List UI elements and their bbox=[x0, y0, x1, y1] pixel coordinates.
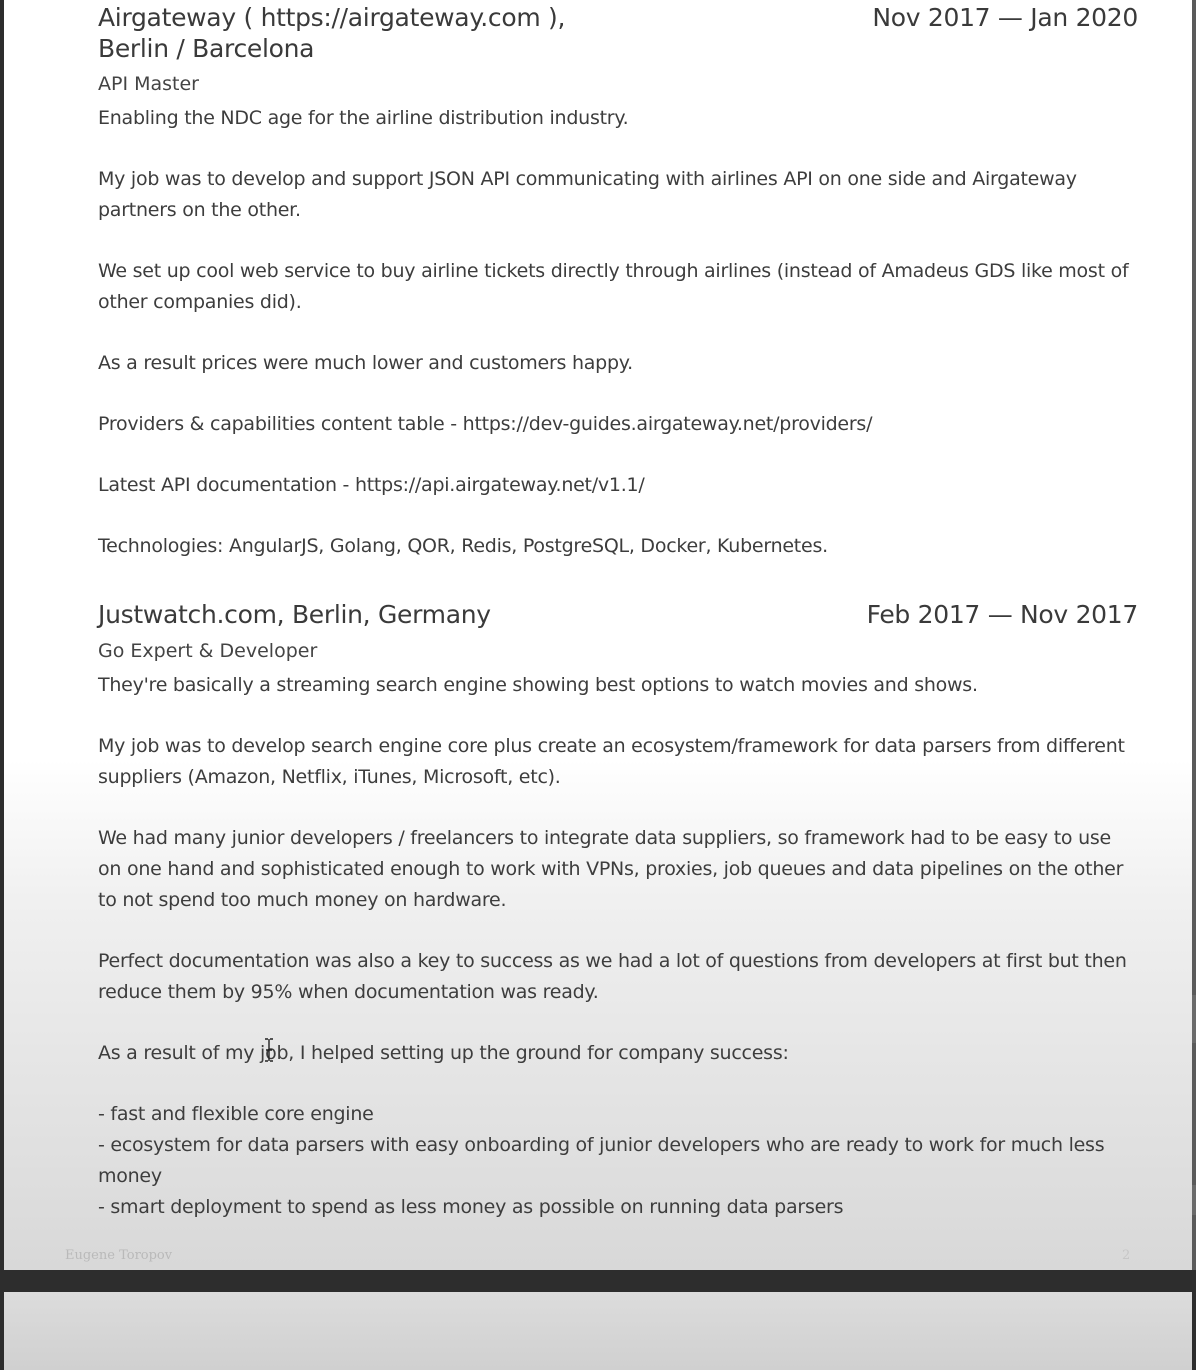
footer-author: Eugene Toropov bbox=[65, 1248, 173, 1263]
providers-link-paragraph[interactable]: Providers & capabilities content table -… bbox=[98, 409, 1138, 440]
resume-page: Airgateway ( https://airgateway.com ), B… bbox=[4, 0, 1192, 1270]
job-paragraph: As a result of my job, I helped setting … bbox=[98, 1042, 789, 1064]
bullet-item: - smart deployment to spend as less mone… bbox=[98, 1196, 844, 1218]
job-paragraph: Enabling the NDC age for the airline dis… bbox=[98, 107, 629, 129]
company-name: Justwatch.com, Berlin, Germany bbox=[98, 600, 491, 629]
job-role: API Master bbox=[98, 73, 199, 95]
job-entry-justwatch: Justwatch.com, Berlin, Germany Feb 2017 … bbox=[98, 599, 1138, 1223]
job-dates: Nov 2017 — Jan 2020 bbox=[872, 3, 1138, 32]
bullet-item: - ecosystem for data parsers with easy o… bbox=[98, 1134, 1105, 1187]
footer-page-number: 2 bbox=[1122, 1248, 1131, 1263]
job-header: Airgateway ( https://airgateway.com ), B… bbox=[98, 2, 1138, 64]
job-paragraph: My job was to develop search engine core… bbox=[98, 735, 1125, 788]
company-name-line2: Berlin / Barcelona bbox=[98, 34, 315, 63]
technologies-paragraph: Technologies: AngularJS, Golang, QOR, Re… bbox=[98, 535, 828, 557]
job-paragraph: Perfect documentation was also a key to … bbox=[98, 950, 1127, 1003]
document-viewer: Airgateway ( https://airgateway.com ), B… bbox=[0, 0, 1196, 1370]
job-role: Go Expert & Developer bbox=[98, 640, 318, 662]
page-edge bbox=[1192, 0, 1196, 1270]
api-docs-link-paragraph[interactable]: Latest API documentation - https://api.a… bbox=[98, 470, 1138, 501]
job-paragraph: As a result prices were much lower and c… bbox=[98, 352, 633, 374]
text-cursor-icon bbox=[265, 1038, 273, 1062]
company-name: Airgateway ( https://airgateway.com ), B… bbox=[98, 2, 738, 64]
job-paragraph: We had many junior developers / freelanc… bbox=[98, 827, 1124, 911]
scrollbar-segment[interactable] bbox=[1192, 995, 1196, 1043]
job-paragraph: They're basically a streaming search eng… bbox=[98, 674, 978, 696]
bullet-item: - fast and flexible core engine bbox=[98, 1103, 374, 1125]
job-paragraph: My job was to develop and support JSON A… bbox=[98, 168, 1077, 221]
next-page bbox=[4, 1292, 1192, 1370]
job-header: Justwatch.com, Berlin, Germany Feb 2017 … bbox=[98, 599, 1138, 630]
company-name-line1: Airgateway ( https://airgateway.com ), bbox=[98, 3, 566, 32]
scrollbar-segment[interactable] bbox=[1192, 1185, 1196, 1215]
job-paragraph: We set up cool web service to buy airlin… bbox=[98, 260, 1129, 313]
job-entry-airgateway: Airgateway ( https://airgateway.com ), B… bbox=[98, 2, 1138, 562]
job-dates: Feb 2017 — Nov 2017 bbox=[866, 600, 1139, 629]
